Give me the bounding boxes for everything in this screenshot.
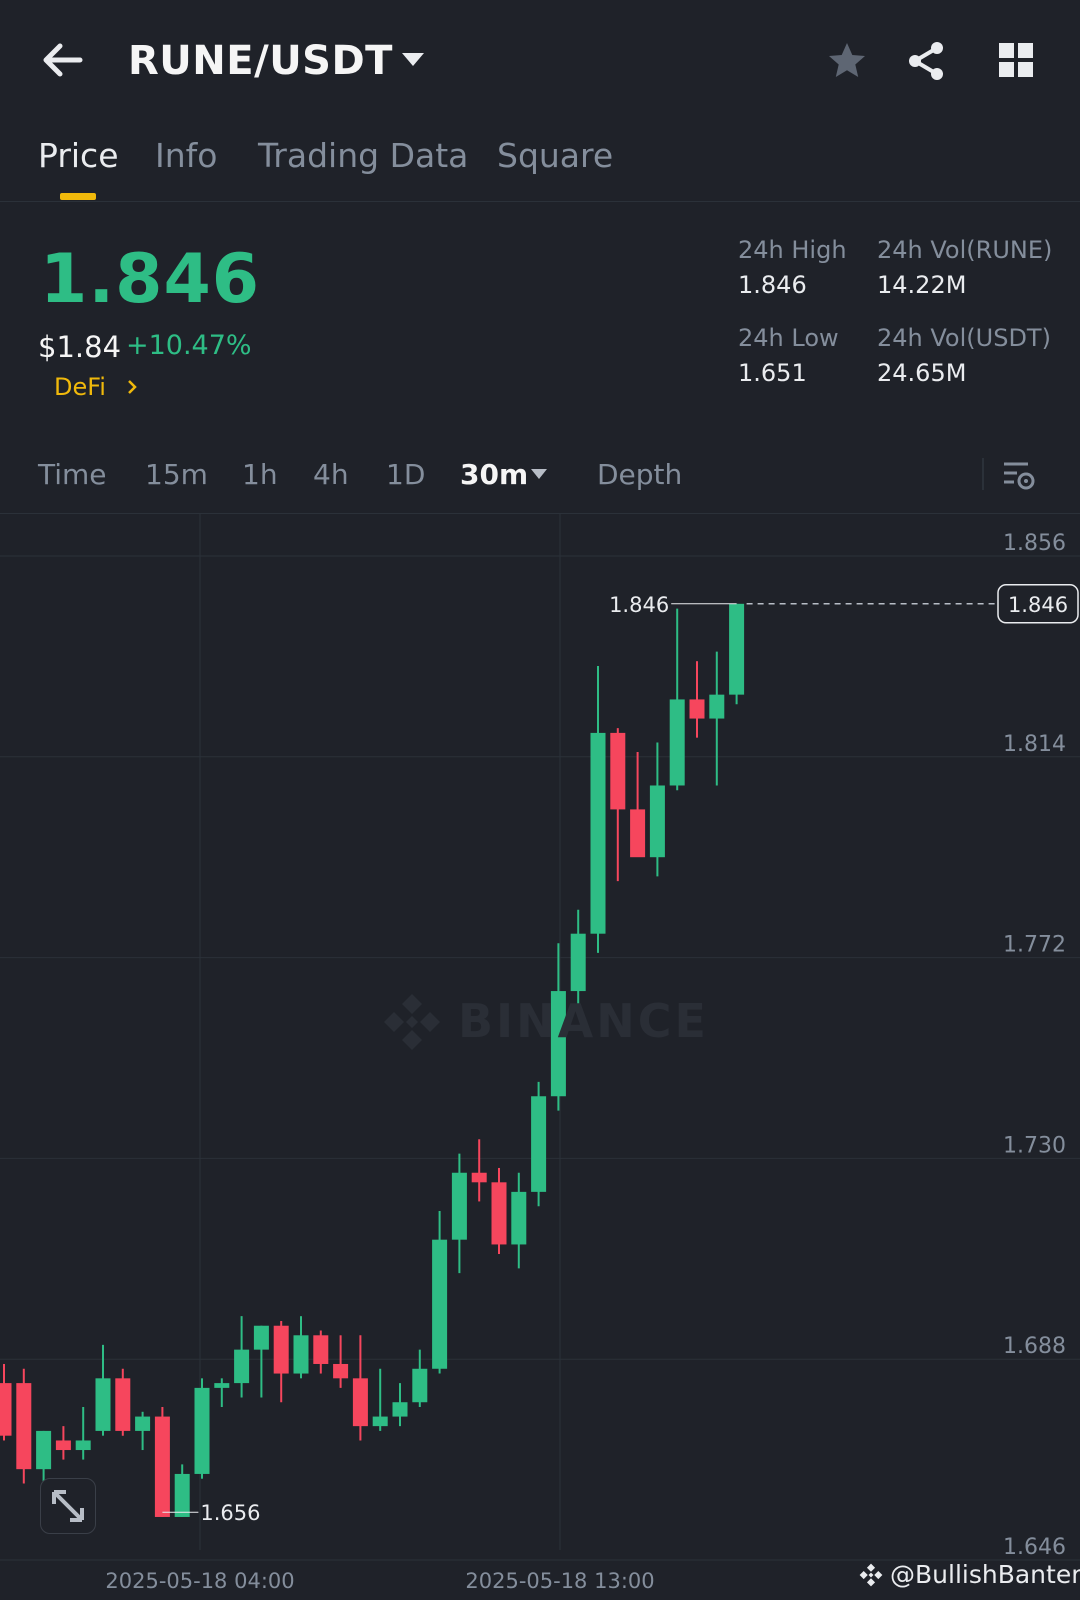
candle-body [352, 1378, 368, 1427]
usd-price: $1.84 [38, 330, 122, 364]
credit-handle: @BullishBanter [890, 1560, 1080, 1589]
y-tick-label: 1.772 [1003, 933, 1066, 958]
candle-body [253, 1325, 269, 1350]
candle-body [689, 699, 705, 719]
expand-icon [52, 1490, 84, 1522]
candle-body [392, 1402, 408, 1417]
candle-body [412, 1368, 428, 1403]
candle-body [135, 1416, 151, 1431]
candle-body [570, 933, 586, 992]
stat-vol-quote-label: 24h Vol(USDT) [877, 324, 1051, 352]
candle-body [273, 1325, 289, 1374]
binance-logo-watermark [380, 990, 444, 1058]
candle-body [432, 1239, 448, 1369]
share-icon[interactable] [906, 40, 948, 82]
candle-body [234, 1349, 250, 1384]
chevron-right-icon [126, 373, 138, 401]
y-tick-label: 1.814 [1003, 732, 1066, 757]
candle-body [709, 694, 725, 719]
candle-body [630, 809, 646, 858]
caret-down-icon[interactable] [400, 50, 426, 70]
candle-body [293, 1335, 309, 1374]
y-tick-label: 1.856 [1003, 531, 1066, 556]
tab-trading-data[interactable]: Trading Data [258, 136, 468, 175]
stat-vol-base-label: 24h Vol(RUNE) [877, 236, 1053, 264]
candle-body [491, 1182, 507, 1245]
stat-vol-base-value: 14.22M [877, 271, 967, 299]
tab-square[interactable]: Square [497, 136, 613, 175]
sector-tag[interactable]: DeFi [54, 373, 138, 401]
candle-body [55, 1440, 71, 1451]
interval-30m[interactable]: 30m [460, 458, 528, 491]
candlestick-chart[interactable]: 1.856 1.814 1.772 1.730 1.688 1.646 2025-05-18… [0, 514, 1080, 1600]
sector-label: DeFi [54, 373, 106, 401]
candle-body [16, 1383, 32, 1470]
tab-active-indicator [60, 193, 96, 200]
candle-body [372, 1416, 388, 1427]
candle-body [154, 1416, 170, 1517]
x-tick-label: 2025-05-18 04:00 [105, 1569, 294, 1593]
candle-body [610, 732, 626, 810]
price-change-percent: +10.47% [126, 330, 252, 361]
stat-low-value: 1.651 [738, 359, 807, 387]
y-tick-label: 1.730 [1003, 1133, 1066, 1158]
interval-15m[interactable]: 15m [145, 458, 208, 491]
tab-price[interactable]: Price [38, 136, 119, 175]
candle-body [471, 1172, 487, 1183]
binance-logo-icon [858, 1562, 884, 1588]
star-icon[interactable] [826, 40, 868, 82]
candle-body [590, 732, 606, 934]
candle-body [95, 1378, 111, 1431]
candle-body [214, 1383, 230, 1388]
stat-high-value: 1.846 [738, 271, 807, 299]
candle-body [194, 1387, 210, 1474]
tab-info[interactable]: Info [155, 136, 217, 175]
current-price-label: 1.846 [1008, 593, 1068, 617]
last-price: 1.846 [40, 240, 261, 319]
candle-body [669, 699, 685, 786]
caret-down-icon[interactable] [530, 466, 548, 480]
grid-icon[interactable] [996, 40, 1038, 82]
chart-settings-icon[interactable] [1002, 458, 1036, 492]
interval-1d[interactable]: 1D [386, 458, 425, 491]
candle-body [115, 1378, 131, 1431]
back-button[interactable] [38, 40, 88, 80]
candle-body [511, 1191, 527, 1245]
toolbar-separator [982, 458, 984, 490]
candle-body [313, 1335, 329, 1364]
stat-high-label: 24h High [738, 236, 847, 264]
interval-4h[interactable]: 4h [313, 458, 349, 491]
stat-vol-quote-value: 24.65M [877, 359, 967, 387]
interval-1h[interactable]: 1h [242, 458, 278, 491]
tabs-divider [0, 201, 1080, 202]
candle-body [333, 1363, 349, 1379]
candle-body [451, 1172, 467, 1240]
candle-body [36, 1430, 52, 1470]
watermark-text: BINANCE [458, 994, 709, 1048]
y-tick-label: 1.646 [1003, 1535, 1066, 1560]
candle-body [531, 1096, 547, 1192]
high-marker-label: 1.846 [609, 593, 669, 617]
y-tick-label: 1.688 [1003, 1334, 1066, 1359]
candle-body [649, 785, 665, 858]
candle-body [75, 1440, 91, 1451]
candle-body [174, 1473, 190, 1517]
interval-depth[interactable]: Depth [597, 458, 682, 491]
expand-chart-button[interactable] [40, 1478, 96, 1534]
pair-title[interactable]: RUNE/USDT [128, 38, 393, 84]
candle-body [0, 1383, 12, 1436]
stat-low-label: 24h Low [738, 324, 839, 352]
candle-body [729, 603, 745, 695]
interval-time[interactable]: Time [38, 458, 107, 491]
back-arrow-icon [43, 43, 83, 77]
x-tick-label: 2025-05-18 13:00 [465, 1569, 654, 1593]
low-marker-label: 1.656 [200, 1501, 260, 1525]
